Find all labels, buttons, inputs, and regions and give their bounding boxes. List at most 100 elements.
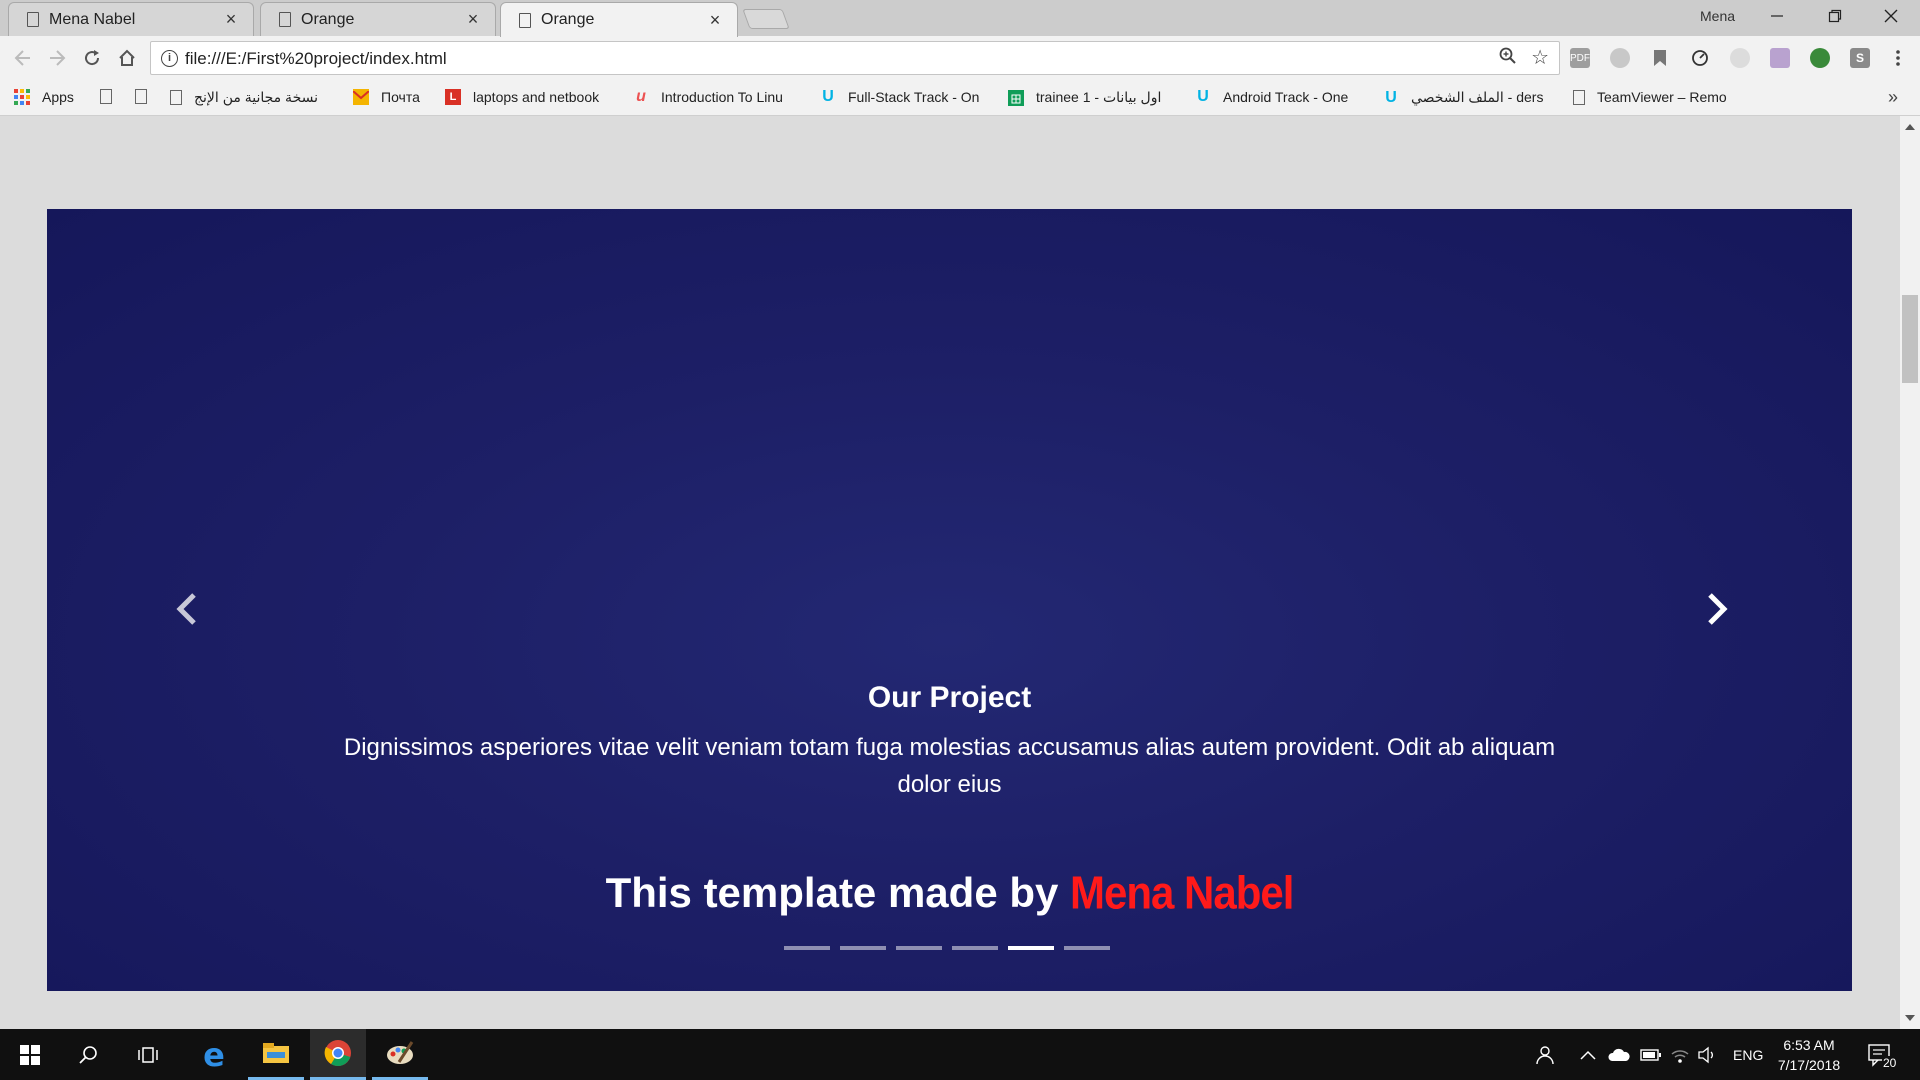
bookmark-blank-1[interactable] xyxy=(100,89,124,104)
site-info-icon[interactable]: i xyxy=(161,50,178,67)
battery-icon[interactable] xyxy=(1640,1029,1662,1080)
page-icon xyxy=(100,89,112,104)
chrome-icon[interactable] xyxy=(310,1029,366,1080)
carousel-prev-button[interactable] xyxy=(162,584,212,634)
chevron-right-icon xyxy=(1708,593,1728,625)
menu-icon[interactable] xyxy=(1885,45,1911,71)
tab-orange-active[interactable]: Orange × xyxy=(500,2,738,37)
url-text[interactable]: file:///E:/First%20project/index.html xyxy=(185,49,447,69)
udacity-icon: U xyxy=(1197,89,1209,105)
tab-orange-1[interactable]: Orange × xyxy=(260,2,496,36)
bookmark-label: TeamViewer – Remo xyxy=(1597,89,1727,105)
bookmark-item[interactable]: U Android Track - One xyxy=(1195,89,1365,105)
close-icon[interactable]: × xyxy=(223,9,239,30)
credit-author: Mena Nabel xyxy=(1070,866,1294,919)
hero-carousel: Our Project Dignissimos asperiores vitae… xyxy=(47,209,1852,991)
l-icon: L xyxy=(445,89,461,105)
notification-center-icon[interactable]: 20 xyxy=(1868,1029,1898,1080)
udemy-icon: u xyxy=(636,89,646,105)
tab-strip: Mena Nabel × Orange × Orange × Mena xyxy=(0,0,1920,37)
page-icon xyxy=(1573,89,1585,105)
page-icon xyxy=(135,89,147,104)
tab-title: Orange xyxy=(541,11,595,28)
onedrive-icon[interactable] xyxy=(1608,1029,1630,1080)
restore-icon[interactable] xyxy=(1806,0,1864,32)
bookmark-item[interactable]: L laptops and netbook xyxy=(445,89,617,105)
page-icon xyxy=(279,12,291,27)
carousel-indicator-1[interactable] xyxy=(784,946,830,950)
language-indicator[interactable]: ENG xyxy=(1733,1029,1763,1080)
carousel-indicator-2[interactable] xyxy=(840,946,886,950)
carousel-next-button[interactable] xyxy=(1692,584,1742,634)
bookmark-label: laptops and netbook xyxy=(473,89,600,105)
speedometer-icon[interactable] xyxy=(1690,48,1710,68)
bookmark-item[interactable]: U الملف الشخصي - ders xyxy=(1383,89,1558,106)
paint-icon[interactable] xyxy=(372,1029,428,1080)
page-scrollbar[interactable] xyxy=(1900,116,1920,1029)
profile-button[interactable]: Mena xyxy=(1700,8,1735,24)
back-icon[interactable] xyxy=(10,45,36,71)
globe-extension-icon[interactable] xyxy=(1810,48,1830,68)
carousel-indicator-6[interactable] xyxy=(1064,946,1110,950)
home-icon[interactable] xyxy=(114,45,140,71)
scrollbar-thumb[interactable] xyxy=(1902,295,1918,383)
task-view-icon[interactable] xyxy=(120,1029,176,1080)
scroll-down-arrow-icon[interactable] xyxy=(1905,1015,1915,1021)
credit-prefix: This template made by xyxy=(605,869,1059,916)
udacity-icon: U xyxy=(822,89,834,105)
mail-icon xyxy=(353,89,369,105)
bookmark-item[interactable]: Почта xyxy=(353,89,420,105)
bookmark-item[interactable]: u Introduction To Linu xyxy=(633,89,803,105)
bookmark-item[interactable]: نسخة مجانية من الإنج xyxy=(170,89,340,106)
bookmark-label: Apps xyxy=(42,89,74,105)
chevron-left-icon xyxy=(176,593,196,625)
bookmark-star-icon[interactable]: ☆ xyxy=(1531,45,1549,70)
window-close-icon[interactable] xyxy=(1862,0,1920,32)
bookmark-label: trainee 1 - اول بيانات xyxy=(1036,89,1162,105)
new-tab-button[interactable] xyxy=(742,9,790,29)
s-extension-icon[interactable]: S xyxy=(1850,48,1870,68)
edge-icon[interactable]: e xyxy=(186,1029,242,1080)
bookmark-blank-2[interactable] xyxy=(135,89,159,104)
udacity-icon: U xyxy=(1385,89,1397,106)
windows-start-icon[interactable] xyxy=(2,1029,58,1080)
carousel-indicator-5[interactable] xyxy=(1008,946,1054,950)
bookmark-label: Introduction To Linu xyxy=(661,89,783,105)
sheets-icon xyxy=(1008,89,1024,106)
printer-extension-icon[interactable] xyxy=(1770,48,1790,68)
forward-icon[interactable] xyxy=(44,45,70,71)
minimize-icon[interactable] xyxy=(1748,0,1806,32)
carousel-indicator-4[interactable] xyxy=(952,946,998,950)
puzzle-extension-icon[interactable] xyxy=(1730,48,1750,68)
template-credit: This template made by Mena Nabel xyxy=(47,866,1852,919)
chevron-up-icon[interactable] xyxy=(1580,1029,1596,1080)
bookmark-apps[interactable]: Apps xyxy=(14,89,74,105)
clock-date: 7/17/2018 xyxy=(1777,1057,1841,1073)
tab-title: Orange xyxy=(301,10,355,28)
bookmark-item[interactable]: TeamViewer – Remo xyxy=(1573,89,1743,105)
reload-icon[interactable] xyxy=(79,45,105,71)
scroll-up-arrow-icon[interactable] xyxy=(1905,124,1915,130)
system-clock[interactable]: 6:53 AM 7/17/2018 xyxy=(1771,1035,1847,1075)
search-icon[interactable] xyxy=(60,1029,116,1080)
carousel-indicator-3[interactable] xyxy=(896,946,942,950)
bookmark-extension-icon[interactable] xyxy=(1650,48,1670,68)
bookmark-item[interactable]: U Full-Stack Track - On xyxy=(820,89,990,105)
file-explorer-icon[interactable] xyxy=(248,1029,304,1080)
bookmark-item[interactable]: trainee 1 - اول بيانات xyxy=(1008,89,1178,106)
pdf-extension-icon[interactable]: PDF xyxy=(1570,48,1590,68)
bookmark-label: نسخة مجانية من الإنج xyxy=(194,89,318,105)
zoom-icon[interactable] xyxy=(1499,47,1517,70)
volume-icon[interactable] xyxy=(1697,1029,1717,1080)
tab-mena-nabel[interactable]: Mena Nabel × xyxy=(8,2,254,36)
people-icon[interactable] xyxy=(1532,1029,1554,1080)
close-icon[interactable]: × xyxy=(707,10,723,31)
wifi-icon[interactable] xyxy=(1670,1029,1690,1080)
windows-taskbar: e ENG 6:53 AM 7/17/2018 20 xyxy=(0,1029,1920,1080)
address-bar[interactable]: i file:///E:/First%20project/index.html … xyxy=(150,41,1560,75)
close-icon[interactable]: × xyxy=(465,9,481,30)
bookmark-label: Почта xyxy=(381,89,420,105)
extension-icon[interactable] xyxy=(1610,48,1630,68)
bookmarks-overflow-button[interactable]: » xyxy=(1888,87,1898,108)
bookmark-label: Android Track - One xyxy=(1223,89,1349,105)
